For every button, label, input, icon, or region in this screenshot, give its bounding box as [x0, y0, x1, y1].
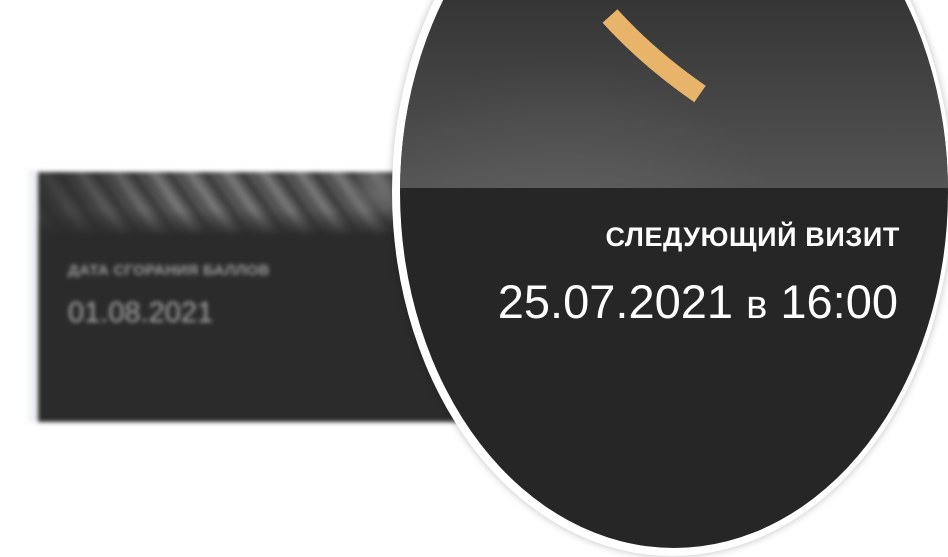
next-visit-datetime: 25.07.2021 в 16:00 — [498, 274, 898, 329]
screen: ДАТА СГОРАНИЯ БАЛЛОВ 01.08.2021 СЛЕДУЮЩИ… — [0, 0, 948, 557]
progress-arc-icon — [602, 9, 706, 103]
points-expiry-label: ДАТА СГОРАНИЯ БАЛЛОВ — [68, 262, 270, 279]
progress-arc — [602, 9, 706, 103]
magnifier-lens: СЛЕДУЮЩИЙ ВИЗИТ 25.07.2021 в 16:00 — [400, 0, 948, 548]
next-visit-date: 25.07.2021 — [497, 275, 733, 328]
points-expiry-date: 01.08.2021 — [68, 297, 214, 329]
next-visit-preposition: в — [746, 283, 768, 327]
next-visit-time: 16:00 — [780, 275, 898, 328]
next-visit-label: СЛЕДУЮЩИЙ ВИЗИТ — [605, 222, 900, 252]
